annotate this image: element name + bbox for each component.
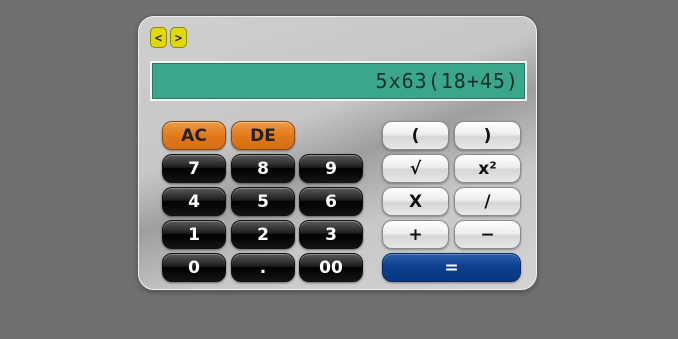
decimal-point-button[interactable]: . xyxy=(231,253,295,282)
display-value: 5x63(18+45) xyxy=(375,69,519,93)
digit-2-button[interactable]: 2 xyxy=(231,220,295,249)
close-paren-button[interactable]: ) xyxy=(454,121,521,150)
square-button[interactable]: x² xyxy=(454,154,521,183)
multiply-button[interactable]: X xyxy=(382,187,449,216)
digit-5-button[interactable]: 5 xyxy=(231,187,295,216)
all-clear-button[interactable]: AC xyxy=(162,121,226,150)
digit-6-button[interactable]: 6 xyxy=(299,187,363,216)
forward-button[interactable]: > xyxy=(170,27,187,48)
digit-0-button[interactable]: 0 xyxy=(162,253,226,282)
double-zero-button[interactable]: 00 xyxy=(299,253,363,282)
calculator-display: 5x63(18+45) xyxy=(150,61,527,101)
digit-9-button[interactable]: 9 xyxy=(299,154,363,183)
digit-8-button[interactable]: 8 xyxy=(231,154,295,183)
digit-3-button[interactable]: 3 xyxy=(299,220,363,249)
square-root-button[interactable]: √ xyxy=(382,154,449,183)
minus-button[interactable]: − xyxy=(454,220,521,249)
back-button[interactable]: < xyxy=(150,27,167,48)
digit-4-button[interactable]: 4 xyxy=(162,187,226,216)
divide-button[interactable]: / xyxy=(454,187,521,216)
equals-button[interactable]: = xyxy=(382,253,521,282)
calculator: < > 5x63(18+45) AC DE 7 8 9 4 5 6 1 2 3 … xyxy=(138,16,537,290)
digit-1-button[interactable]: 1 xyxy=(162,220,226,249)
open-paren-button[interactable]: ( xyxy=(382,121,449,150)
delete-button[interactable]: DE xyxy=(231,121,295,150)
digit-7-button[interactable]: 7 xyxy=(162,154,226,183)
plus-button[interactable]: + xyxy=(382,220,449,249)
